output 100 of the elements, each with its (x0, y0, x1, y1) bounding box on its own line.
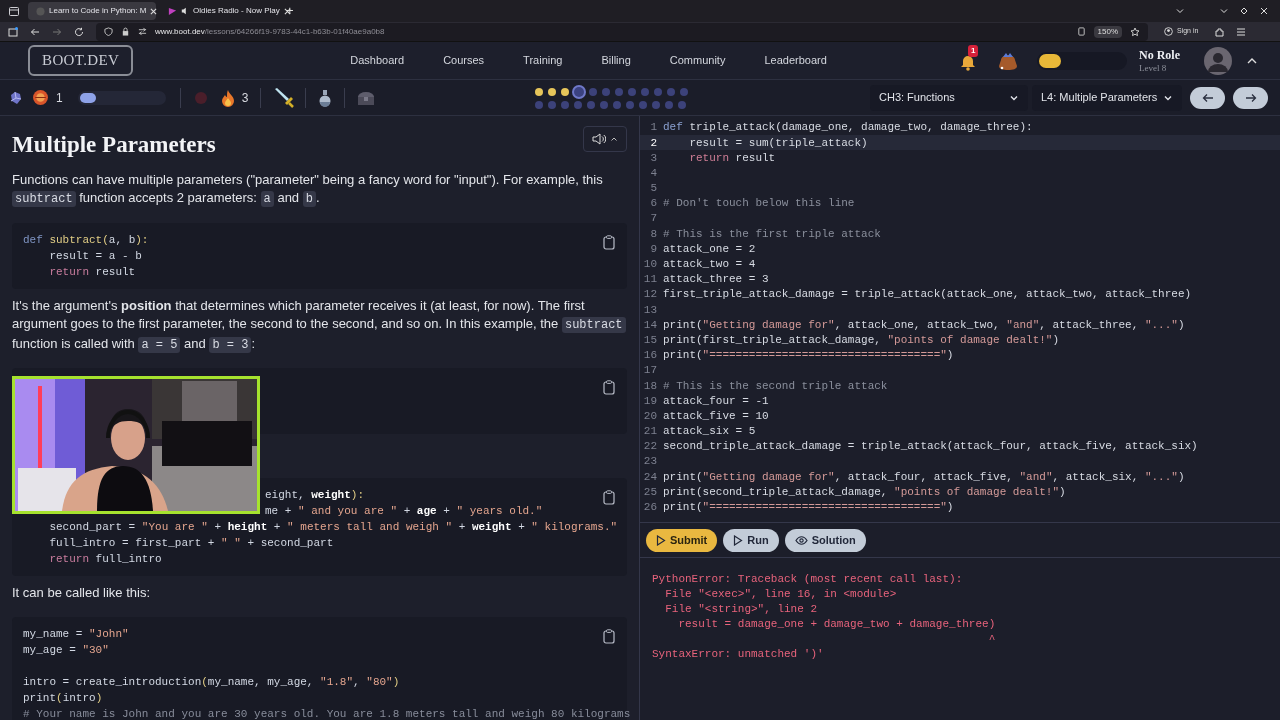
code-line: eight, weight): (265, 488, 365, 503)
favicon-icon (168, 6, 177, 16)
line-number: 20 (642, 408, 657, 424)
code-line: # Your name is John and you are 30 years old. You are 1.8 meters tall and weigh 80 kilograms (23, 706, 631, 720)
new-tab-button[interactable]: + (282, 1, 298, 21)
editor-line[interactable]: 13 (640, 302, 1280, 318)
editor-line[interactable]: 1 def triple_attack(damage_one, damage_two, damage_three): (640, 120, 1280, 136)
code-line: print(intro) (23, 690, 103, 706)
editor-line[interactable]: 10 attack_two = 4 (640, 256, 1280, 272)
editor-line[interactable]: 14 print("Getting damage for", attack_one, attack_two, "and", attack_three, "...") (640, 317, 1280, 333)
code-line: return result (48, 264, 136, 280)
reload-icon[interactable] (74, 26, 84, 37)
play-icon (656, 534, 666, 546)
editor-line[interactable]: 15 print(first_triple_attack_damage, "points of damage dealt!") (640, 332, 1280, 348)
output-line: ^ (987, 632, 996, 647)
editor-line[interactable]: 5 (640, 180, 1280, 196)
site-logo[interactable]: BOOT.DEV (28, 45, 134, 76)
editor-line[interactable]: 11 attack_three = 3 (640, 271, 1280, 288)
read-aloud-button[interactable] (583, 126, 627, 152)
shield-icon[interactable] (104, 27, 113, 36)
editor-line[interactable]: 16 print("===================================") (640, 347, 1280, 363)
menu-icon[interactable] (1236, 26, 1247, 37)
permissions-icon[interactable] (138, 27, 147, 36)
account-icon (1164, 27, 1173, 36)
next-button[interactable] (1233, 86, 1268, 109)
editor-line[interactable]: 19 attack_four = -1 (640, 393, 1280, 409)
tab-title: Oldies Radio - Now Play (193, 5, 280, 17)
editor-line[interactable]: 21 attack_six = 5 (640, 423, 1280, 439)
nav-link[interactable]: Courses (443, 52, 485, 69)
dropdown[interactable]: CH3: Functions (870, 84, 1028, 111)
avatar[interactable] (1204, 46, 1232, 75)
editor-line[interactable]: 17 (640, 363, 1280, 379)
favicon-icon (36, 6, 45, 16)
potion-icon (318, 88, 333, 107)
editor-line[interactable]: 7 (640, 211, 1280, 227)
nav-link[interactable]: Billing (601, 52, 631, 69)
editor-line[interactable]: 24 print("Getting damage for", attack_four, attack_five, "and", attack_six, "...") (640, 469, 1280, 485)
solution-button[interactable]: Solution (784, 528, 866, 552)
line-number: 19 (642, 393, 657, 409)
lesson-title: Multiple Parameters (12, 131, 216, 159)
output-line: SyntaxError: unmatched ')' (652, 647, 824, 662)
line-number: 25 (642, 484, 657, 500)
editor-line[interactable]: 26 print("===================================") (640, 499, 1280, 515)
nav-link[interactable]: Community (669, 52, 726, 69)
editor-line[interactable]: 18 # This is the second triple attack (640, 378, 1280, 394)
line-number: 26 (642, 500, 657, 516)
reader-icon[interactable] (1076, 27, 1086, 36)
eye-icon (794, 534, 808, 546)
role-name: No Role (1139, 48, 1180, 61)
chevron-down-icon[interactable] (1176, 7, 1184, 15)
browser-tab[interactable]: Oldies Radio - Now Play (160, 2, 278, 20)
zoom-level[interactable]: 150% (1093, 25, 1122, 38)
sidebar-icon[interactable] (8, 26, 18, 37)
address-bar[interactable]: www.boot.dev/lessons/64266f19-9783-44c1-b63b-01f40ae9a0b8 150% (96, 22, 1148, 41)
lock-icon[interactable] (121, 27, 130, 36)
gem-count: 1 (56, 89, 63, 107)
tab-list-icon[interactable] (8, 5, 20, 17)
lesson-paragraph: Functions can have multiple parameters ("parameter" being a fancy word for "input"). For example, this subtract function accepts 2 parameters: a and b . (12, 170, 604, 209)
close-icon[interactable] (1260, 7, 1268, 15)
editor-line[interactable]: 6 # Don't touch below this line (640, 195, 1280, 212)
line-number: 10 (642, 257, 657, 273)
nav-link[interactable]: Leaderboard (764, 52, 827, 69)
clipboard-icon[interactable] (603, 628, 615, 644)
clipboard-icon[interactable] (603, 380, 615, 395)
orb-icon (32, 89, 49, 106)
submit-button[interactable]: Submit (646, 528, 718, 552)
editor-line[interactable]: 20 attack_five = 10 (640, 408, 1280, 424)
code-line: my_name = "John" (23, 626, 129, 642)
output-line: PythonError: Traceback (most recent call last): (652, 572, 963, 587)
chevron-up-icon (610, 135, 618, 143)
previous-button[interactable] (1190, 86, 1225, 109)
editor-line[interactable]: 22 second_triple_attack_damage = triple_attack(attack_four, attack_five, attack_six) (640, 438, 1280, 455)
browser-tab[interactable]: Learn to Code in Python: M (28, 2, 156, 20)
clipboard-icon[interactable] (603, 490, 615, 505)
line-number: 3 (649, 150, 657, 166)
line-number: 15 (642, 332, 657, 348)
code-line: me + " and you are " + age + " years old." (265, 504, 543, 519)
close-icon[interactable] (150, 7, 158, 15)
editor-line[interactable]: 9 attack_one = 2 (640, 241, 1280, 257)
lesson-paragraph: It's the argument's position that determines which parameter receives it (at least, for now). The first argument goes to the first parameter, the second to the second, and so on. In this example, the subtract function is called with a = 5 and b = 3 : (12, 296, 627, 354)
back-icon[interactable] (30, 26, 40, 37)
clipboard-icon[interactable] (603, 234, 615, 250)
editor-line[interactable]: 3 return result (640, 150, 1280, 166)
editor-line[interactable]: 12 first_triple_attack_damage = triple_attack(attack_one, attack_two, attack_three) (640, 287, 1280, 303)
nav-link[interactable]: Training (523, 52, 563, 69)
line-number: 1 (649, 120, 657, 136)
speaker-icon[interactable] (181, 7, 189, 15)
star-icon[interactable] (1130, 26, 1140, 37)
editor-line[interactable]: 4 (640, 165, 1280, 181)
editor-line[interactable]: 23 (640, 454, 1280, 470)
code-line: intro = create_introduction(my_name, my_age, "1.8", "80") (23, 674, 400, 690)
editor-line[interactable]: 8 # This is the first triple attack (640, 226, 1280, 242)
dropdown[interactable]: L4: Multiple Parameters (1032, 84, 1182, 111)
nav-link[interactable]: Dashboard (350, 52, 405, 69)
close-icon[interactable] (283, 7, 291, 15)
editor-line[interactable]: 25 print(second_triple_attack_damage, "points of damage dealt!") (640, 484, 1280, 500)
output-line: File "<exec>", line 16, in <module> (664, 587, 897, 602)
line-number: 2 (649, 135, 657, 151)
run-button[interactable]: Run (723, 528, 779, 552)
streak-count: 3 (241, 89, 249, 107)
